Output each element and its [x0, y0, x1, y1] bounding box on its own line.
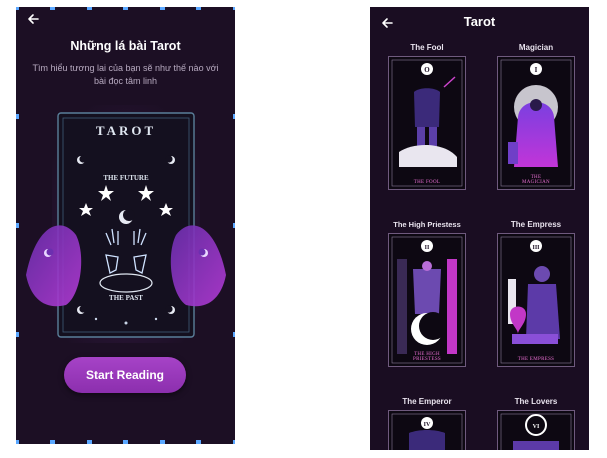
card-name: Magician: [518, 43, 554, 52]
selection-handle: [16, 114, 19, 119]
back-arrow-icon[interactable]: [26, 12, 40, 26]
card-name: The Fool: [410, 43, 444, 52]
start-reading-button[interactable]: Start Reading: [64, 357, 186, 393]
svg-text:IV: IV: [424, 422, 431, 428]
selection-handle: [233, 223, 235, 228]
intro-screen: Những lá bài Tarot Tìm hiểu tương lai củ…: [16, 7, 235, 444]
selection-handle: [123, 7, 128, 10]
selection-handle: [123, 440, 128, 444]
selection-handle: [233, 7, 235, 10]
selection-handle: [233, 332, 235, 337]
tarot-card-tile[interactable]: The Fool O THE FOOL: [383, 43, 471, 193]
magician-art: I: [500, 59, 572, 187]
page-title: Tarot: [463, 14, 496, 29]
tarot-card-grid: The Fool O THE FOOL Magician I THE MAGIC…: [370, 37, 589, 450]
selection-handle: [16, 440, 19, 444]
card-bottom-text: THE PAST: [109, 294, 143, 302]
high-priestess-art: II: [391, 236, 463, 364]
page-subtitle: Tìm hiểu tương lai của bạn sẽ như thế nà…: [32, 63, 219, 86]
header: Tarot: [370, 7, 589, 37]
card-image: III THE EMPRESS: [497, 233, 575, 367]
card-name: The Empress: [510, 220, 562, 229]
svg-text:II: II: [425, 245, 430, 251]
card-caption: THE FOOL: [413, 180, 441, 185]
selection-handle: [16, 332, 19, 337]
card-caption: THE MAGICIAN: [522, 175, 550, 185]
tarot-hero-illustration: TAROT THE FUTURE THE PAST: [26, 105, 226, 343]
page-title: Những lá bài Tarot: [70, 39, 181, 53]
card-top-text: THE FUTURE: [103, 174, 149, 182]
selection-handle: [50, 440, 55, 444]
tarot-card-tile[interactable]: The Emperor IV: [383, 397, 471, 450]
tarot-card-tile[interactable]: Magician I THE MAGICIAN: [492, 43, 580, 193]
card-image: IV: [388, 410, 466, 450]
card-image: I THE MAGICIAN: [497, 56, 575, 190]
svg-text:I: I: [535, 66, 538, 74]
tarot-card-tile[interactable]: The Lovers VI: [492, 397, 580, 450]
selection-handle: [233, 440, 235, 444]
card-name: The Lovers: [514, 397, 558, 406]
the-fool-art: O: [391, 59, 463, 187]
selection-handle: [50, 7, 55, 10]
tarot-list-screen: Tarot The Fool O THE FOOL Magician I THE…: [370, 7, 589, 450]
card-name: The Emperor: [402, 397, 452, 406]
selection-handle: [87, 7, 92, 10]
empress-art: III: [500, 236, 572, 364]
lovers-art: VI: [500, 413, 572, 450]
card-image: II THE HIGH PRIESTESS: [388, 233, 466, 367]
selection-handle: [16, 7, 19, 10]
selection-handle: [160, 7, 165, 10]
tarot-card-tile[interactable]: The High Priestess II THE HIGH PRIESTESS: [383, 220, 471, 370]
selection-handle: [160, 440, 165, 444]
svg-text:III: III: [532, 245, 540, 251]
svg-text:O: O: [424, 66, 430, 74]
card-image: O THE FOOL: [388, 56, 466, 190]
selection-handle: [233, 114, 235, 119]
selection-handle: [196, 7, 201, 10]
svg-text:VI: VI: [533, 424, 540, 430]
selection-handle: [196, 440, 201, 444]
card-caption: THE EMPRESS: [517, 357, 555, 362]
card-image: VI: [497, 410, 575, 450]
tarot-card-tile[interactable]: The Empress III THE EMPRESS: [492, 220, 580, 370]
card-caption: THE HIGH PRIESTESS: [413, 352, 441, 362]
card-name: The High Priestess: [393, 220, 461, 229]
selection-handle: [87, 440, 92, 444]
selection-handle: [16, 223, 19, 228]
card-heading: TAROT: [96, 123, 156, 138]
emperor-art: IV: [391, 413, 463, 450]
